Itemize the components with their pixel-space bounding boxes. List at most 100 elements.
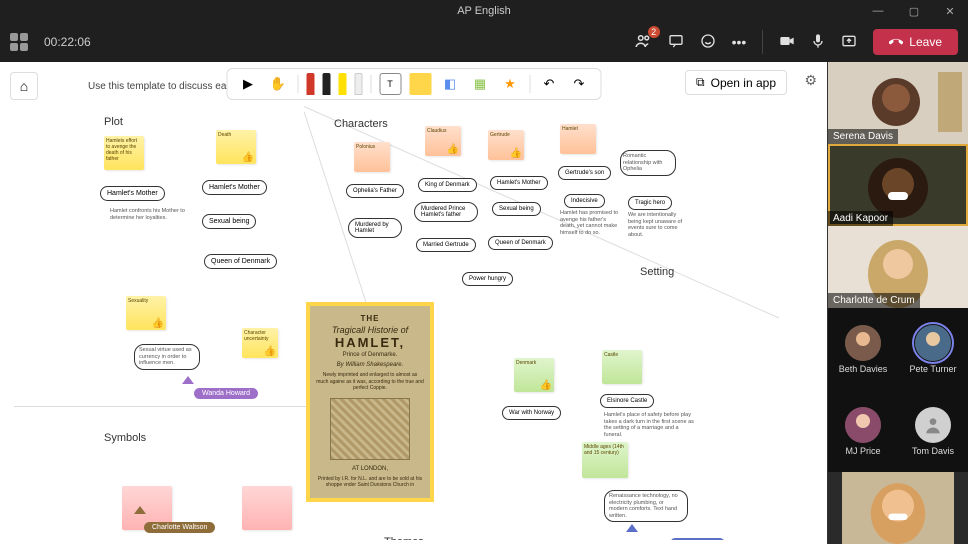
redo-icon[interactable]: ↷: [568, 73, 590, 95]
image-icon[interactable]: ▦: [469, 73, 491, 95]
ink-bubble[interactable]: Hamlet's Mother: [202, 180, 267, 195]
share-icon[interactable]: [841, 33, 857, 52]
shapes-icon[interactable]: ◧: [439, 73, 461, 95]
section-themes: Themes: [384, 536, 424, 540]
participant-tile[interactable]: Pete Turner: [898, 308, 968, 390]
pointer-tool-icon[interactable]: ▶: [237, 73, 259, 95]
participant-tile[interactable]: Beth Davies: [828, 308, 898, 390]
sticky-note[interactable]: Polonius: [354, 142, 390, 172]
cursor-icon: [626, 524, 638, 532]
window-title: AP English: [457, 5, 511, 17]
thumbs-up-icon[interactable]: 👍: [242, 152, 254, 163]
more-icon[interactable]: •••: [732, 34, 747, 50]
participant-name: Charlotte de Crum: [828, 293, 920, 308]
camera-icon[interactable]: [779, 34, 795, 51]
sticky-note[interactable]: Hamlets effort to avenge the death of hi…: [104, 136, 144, 170]
section-setting: Setting: [640, 266, 674, 278]
ink-bubble[interactable]: Murdered Prince Hamlet's father: [414, 202, 478, 222]
meeting-toolbar: 00:22:06 2 ••• Leave: [0, 22, 968, 62]
section-symbols: Symbols: [104, 432, 146, 444]
ink-bubble[interactable]: King of Denmark: [418, 178, 477, 192]
sticky-note[interactable]: Death👍: [216, 130, 256, 164]
eraser-icon[interactable]: [354, 73, 362, 95]
participant-tile[interactable]: Tom Davis: [898, 390, 968, 472]
sticky-note[interactable]: Sexuality👍: [126, 296, 166, 330]
yellow-highlighter-icon[interactable]: [338, 73, 346, 95]
ink-annotation: Hamlet has promised to avenge his father…: [560, 210, 620, 236]
avatar: [845, 407, 881, 443]
home-button[interactable]: ⌂: [10, 72, 38, 100]
star-icon[interactable]: ★: [499, 73, 521, 95]
sticky-note[interactable]: Denmark👍: [514, 358, 554, 392]
text-tool-icon[interactable]: T: [379, 73, 401, 95]
participant-tile[interactable]: [828, 472, 968, 544]
ink-bubble[interactable]: Hamlet's Mother: [490, 176, 548, 190]
ink-bubble[interactable]: Power hungry: [462, 272, 513, 286]
ink-bubble[interactable]: Gertrude's son: [558, 166, 611, 180]
participant-tile[interactable]: MJ Price: [828, 390, 898, 472]
black-pen-icon[interactable]: [322, 73, 330, 95]
participant-name: Serena Davis: [828, 129, 898, 144]
collaborator-cursor: Wanda Howard: [194, 388, 258, 399]
ink-bubble[interactable]: Married Gertrude: [416, 238, 476, 252]
sticky-note[interactable]: Gertrude👍: [488, 130, 524, 160]
hamlet-title-page-image[interactable]: THE Tragicall Historie of HAMLET, Prince…: [306, 302, 434, 502]
sticky-note[interactable]: Hamlet: [560, 124, 596, 154]
sticky-note[interactable]: [242, 486, 292, 530]
participant-tile[interactable]: Aadi Kapoor: [828, 144, 968, 226]
people-icon[interactable]: 2: [634, 32, 652, 53]
ink-bubble[interactable]: Queen of Denmark: [488, 236, 553, 250]
avatar: [915, 325, 951, 361]
ink-bubble[interactable]: Indecisive: [564, 194, 605, 208]
close-icon[interactable]: ✕: [932, 0, 968, 22]
ink-bubble[interactable]: Sexual being: [202, 214, 256, 229]
ink-bubble[interactable]: Murdered by Hamlet: [348, 218, 402, 238]
canvas[interactable]: Plot Characters Setting Symbols Themes H…: [4, 106, 823, 540]
pan-tool-icon[interactable]: ✋: [267, 73, 289, 95]
participant-row: MJ Price Tom Davis: [828, 390, 968, 472]
sticky-note[interactable]: Middle ages (14th and 15 century): [582, 442, 628, 478]
instruction-text: Use this template to discuss each c: [88, 81, 245, 92]
ink-bubble[interactable]: Ophelia's Father: [346, 184, 404, 198]
leave-button[interactable]: Leave: [873, 29, 958, 55]
thumbs-up-icon[interactable]: 👍: [540, 380, 552, 391]
participant-name: Beth Davies: [839, 364, 888, 374]
reactions-icon[interactable]: [700, 33, 716, 52]
sticky-note-icon[interactable]: [409, 73, 431, 95]
participant-tile[interactable]: Serena Davis: [828, 62, 968, 144]
ink-bubble[interactable]: Elsinore Castle: [600, 394, 654, 408]
ink-bubble[interactable]: Hamlet's Mother: [100, 186, 165, 201]
participant-rail: Serena Davis Aadi Kapoor Charlotte de Cr…: [828, 62, 968, 544]
sticky-note[interactable]: Claudius👍: [425, 126, 461, 156]
minimize-icon[interactable]: —: [860, 0, 896, 22]
ink-annotation: Renaissance technology, no electricity p…: [604, 490, 688, 522]
participant-name: Aadi Kapoor: [828, 211, 893, 226]
ink-bubble[interactable]: War with Norway: [502, 406, 561, 420]
thumbs-up-icon[interactable]: 👍: [264, 346, 276, 357]
external-link-icon: ⧉: [696, 75, 705, 90]
participant-tile[interactable]: Charlotte de Crum: [828, 226, 968, 308]
sticky-note[interactable]: Character uncertainty👍: [242, 328, 278, 358]
thumbs-up-icon[interactable]: 👍: [510, 148, 522, 159]
red-pen-icon[interactable]: [306, 73, 314, 95]
ink-bubble[interactable]: Sexual being: [492, 202, 541, 216]
avatar: [845, 325, 881, 361]
cursor-icon: [134, 506, 146, 514]
open-in-app-button[interactable]: ⧉ Open in app: [685, 70, 787, 95]
avatar: [915, 407, 951, 443]
ink-bubble[interactable]: Tragic hero: [628, 196, 672, 210]
maximize-icon[interactable]: ▢: [896, 0, 932, 22]
ink-bubble[interactable]: Queen of Denmark: [204, 254, 277, 269]
sticky-note[interactable]: Castle: [602, 350, 642, 384]
collaborator-cursor: Charlotte Waltson: [144, 522, 215, 533]
thumbs-up-icon[interactable]: 👍: [152, 318, 164, 329]
thumbs-up-icon[interactable]: 👍: [447, 144, 459, 155]
chat-icon[interactable]: [668, 33, 684, 52]
grid-icon[interactable]: [10, 33, 28, 51]
mic-icon[interactable]: [811, 33, 825, 52]
whiteboard[interactable]: ⌂ Use this template to discuss each c ▶ …: [0, 62, 828, 544]
gear-icon[interactable]: ⚙: [804, 72, 817, 89]
notification-badge: 2: [648, 26, 660, 38]
undo-icon[interactable]: ↶: [538, 73, 560, 95]
section-plot: Plot: [104, 116, 123, 128]
